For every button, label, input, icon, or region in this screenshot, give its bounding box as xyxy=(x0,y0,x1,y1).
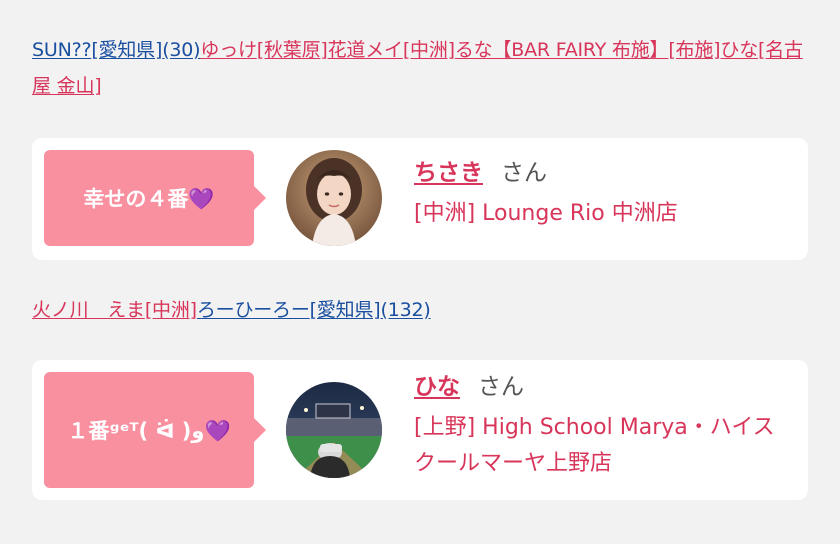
link-sun-count[interactable]: (30) xyxy=(162,39,200,61)
ranking-card: 幸せの４番💜 ちさき さん [中洲] Lounge Rio 中洲店 xyxy=(32,138,808,260)
link-hanamichi-mei[interactable]: 花道メイ xyxy=(328,39,403,61)
cast-name-link[interactable]: ちさき xyxy=(414,160,483,186)
link-ro-hi-ro-area[interactable]: [愛知県] xyxy=(310,299,381,321)
ranking-links-line-2: 火ノ川 えま[中洲]ろーひーろー[愛知県](132) xyxy=(32,292,808,328)
ranking-links-line-1: SUN??[愛知県](30)ゆっけ[秋葉原]花道メイ[中洲]るな【BAR FAI… xyxy=(32,32,808,104)
link-yukke[interactable]: ゆっけ xyxy=(200,39,257,61)
link-hinokawa-ema-area[interactable]: [中洲] xyxy=(145,299,197,321)
avatar-image xyxy=(286,382,382,478)
shop-label: [上野] High School Marya・ハイスクールマーヤ上野店 xyxy=(414,415,775,476)
link-hinokawa-ema[interactable]: 火ノ川 えま xyxy=(32,299,145,321)
page: SUN??[愛知県](30)ゆっけ[秋葉原]花道メイ[中洲]るな【BAR FAI… xyxy=(0,0,840,544)
woman-portrait-avatar[interactable] xyxy=(286,150,382,246)
ranking-card: １番ᵍᵉᵀ( ᐛ )و💜 ひな さん [上野] High School Mary… xyxy=(32,360,808,500)
shop-label: [中洲] Lounge Rio 中洲店 xyxy=(414,201,678,226)
honorific: さん xyxy=(478,374,524,400)
link-yukke-area[interactable]: [秋葉原] xyxy=(257,39,328,61)
avatar-image xyxy=(286,150,382,246)
link-hanamichi-mei-area[interactable]: [中洲] xyxy=(403,39,455,61)
name-row: ちさき さん xyxy=(414,154,788,192)
link-sun[interactable]: SUN?? xyxy=(32,39,92,61)
link-runa[interactable]: るな【BAR FAIRY 布施】 xyxy=(455,39,669,61)
cast-info: ひな さん [上野] High School Marya・ハイスクールマーヤ上野店 xyxy=(414,368,788,482)
link-ro-hi-ro[interactable]: ろーひーろー xyxy=(197,299,310,321)
name-row: ひな さん xyxy=(414,368,788,406)
link-ro-hi-ro-count[interactable]: (132) xyxy=(380,299,430,321)
cast-info: ちさき さん [中洲] Lounge Rio 中洲店 xyxy=(414,154,788,232)
stadium-photo-avatar[interactable] xyxy=(286,382,382,478)
link-sun-area[interactable]: [愛知県] xyxy=(91,39,162,61)
cast-name-link[interactable]: ひな xyxy=(414,374,460,400)
link-hina[interactable]: ひな xyxy=(720,39,758,61)
honorific: さん xyxy=(501,160,547,186)
rank-tag: １番ᵍᵉᵀ( ᐛ )و💜 xyxy=(44,372,266,488)
rank-tag: 幸せの４番💜 xyxy=(44,150,266,246)
link-runa-area[interactable]: [布施] xyxy=(668,39,720,61)
